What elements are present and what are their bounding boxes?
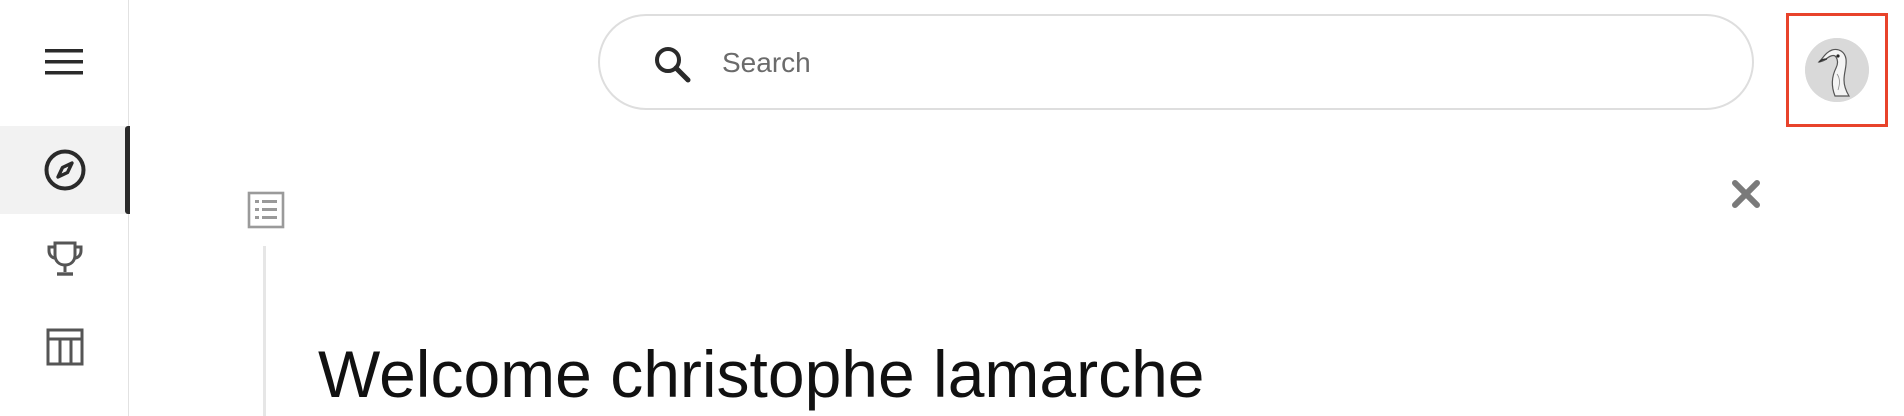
sidebar-item-trophy[interactable] (0, 215, 129, 303)
menu-button[interactable] (34, 38, 94, 86)
sidebar (0, 0, 130, 416)
trophy-icon (47, 241, 82, 276)
compass-icon (44, 149, 85, 191)
search-input[interactable] (720, 34, 1700, 92)
sidebar-item-table[interactable] (0, 303, 129, 391)
search-icon (655, 47, 691, 83)
app-window: Welcome christophe lamarche (0, 0, 1904, 416)
list-icon (247, 191, 285, 229)
avatar-highlight-frame (1786, 13, 1888, 127)
close-button[interactable] (1728, 176, 1764, 212)
sidebar-item-explore[interactable] (0, 126, 130, 214)
table-icon (46, 328, 83, 366)
avatar[interactable] (1805, 38, 1869, 102)
search-bar (598, 14, 1754, 110)
close-icon (1732, 180, 1760, 208)
goose-avatar-icon (1805, 38, 1869, 102)
hamburger-icon (45, 49, 83, 75)
section-divider (263, 246, 266, 416)
welcome-heading: Welcome christophe lamarche (318, 337, 1205, 411)
